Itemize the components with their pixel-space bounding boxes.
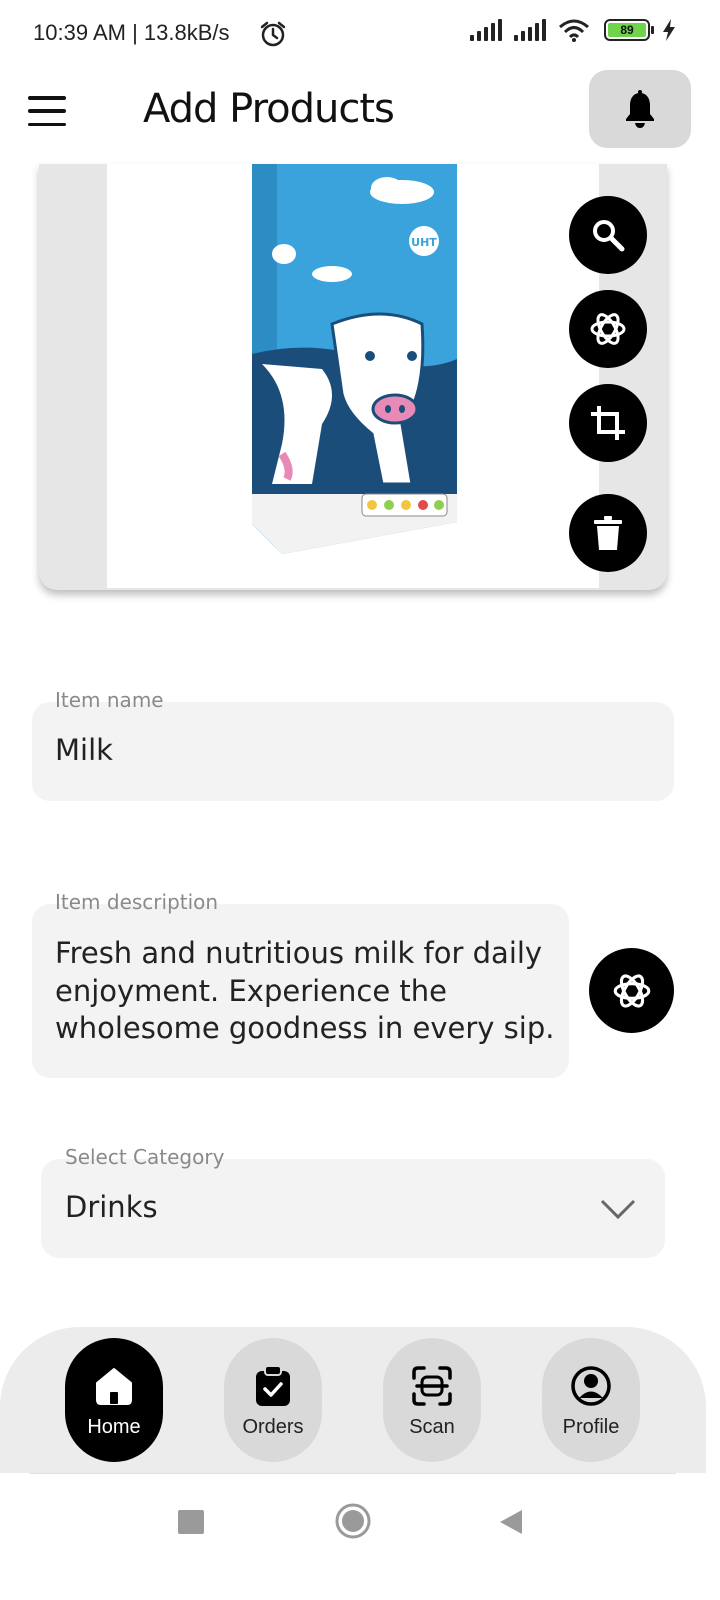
app-screen: 10:39 AM | 13.8kB/s 89 Add Products UHT … <box>0 0 720 1600</box>
menu-icon-bar <box>28 96 66 100</box>
search-image-button[interactable] <box>569 196 647 274</box>
app-header: Add Products <box>0 70 720 160</box>
battery-level: 89 <box>608 23 646 37</box>
profile-icon <box>569 1364 613 1408</box>
recents-button[interactable] <box>178 1510 204 1534</box>
crop-icon <box>591 406 625 440</box>
product-photo: UHT <box>107 164 599 588</box>
scan-icon <box>410 1364 454 1408</box>
nav-profile-label: Profile <box>562 1416 620 1438</box>
trash-icon <box>594 516 622 550</box>
category-label: Select Category <box>65 1145 225 1169</box>
openai-icon <box>613 973 650 1008</box>
notifications-button[interactable] <box>589 70 691 148</box>
home-system-button[interactable] <box>334 1502 372 1540</box>
item-description-label: Item description <box>55 890 219 914</box>
crop-button[interactable] <box>569 384 647 462</box>
back-button[interactable] <box>498 1508 524 1536</box>
status-icons: 89 <box>470 18 676 42</box>
item-name-field[interactable] <box>32 702 674 801</box>
carton-badge: UHT <box>411 236 437 249</box>
nav-scan-label: Scan <box>409 1416 455 1438</box>
item-name-value[interactable]: Milk <box>55 733 113 767</box>
system-nav-bar <box>0 1474 720 1600</box>
nav-profile[interactable]: Profile <box>542 1338 640 1462</box>
menu-button[interactable] <box>28 96 66 126</box>
wifi-icon <box>559 19 589 42</box>
openai-icon <box>590 313 626 345</box>
page-title: Add Products <box>143 86 395 132</box>
charging-icon <box>663 19 675 41</box>
bell-icon <box>626 90 654 128</box>
product-image-card: UHT <box>39 164 667 590</box>
nav-orders-label: Orders <box>242 1416 304 1438</box>
item-description-value[interactable]: Fresh and nutritious milk for daily enjo… <box>55 935 555 1048</box>
home-icon <box>92 1364 136 1408</box>
alarm-icon <box>260 21 286 47</box>
signal-icon <box>470 19 502 41</box>
milk-carton-image: UHT <box>252 164 457 554</box>
delete-image-button[interactable] <box>569 494 647 572</box>
ai-description-button[interactable] <box>589 948 674 1033</box>
status-bar: 10:39 AM | 13.8kB/s 89 <box>0 0 720 70</box>
nav-scan[interactable]: Scan <box>383 1338 481 1462</box>
item-name-label: Item name <box>55 688 164 712</box>
category-value: Drinks <box>65 1190 158 1224</box>
nav-home[interactable]: Home <box>65 1338 163 1462</box>
battery-icon: 89 <box>604 19 654 41</box>
nav-orders[interactable]: Orders <box>224 1338 322 1462</box>
clipboard-check-icon <box>251 1364 295 1408</box>
status-time: 10:39 AM | 13.8kB/s <box>33 20 230 45</box>
menu-icon-bar <box>28 122 66 126</box>
menu-icon-bar <box>28 109 66 113</box>
signal-icon-2 <box>514 19 546 41</box>
nav-home-label: Home <box>87 1416 141 1438</box>
search-icon <box>593 220 625 252</box>
chevron-down-icon <box>600 1199 636 1220</box>
ai-generate-button[interactable] <box>569 290 647 368</box>
